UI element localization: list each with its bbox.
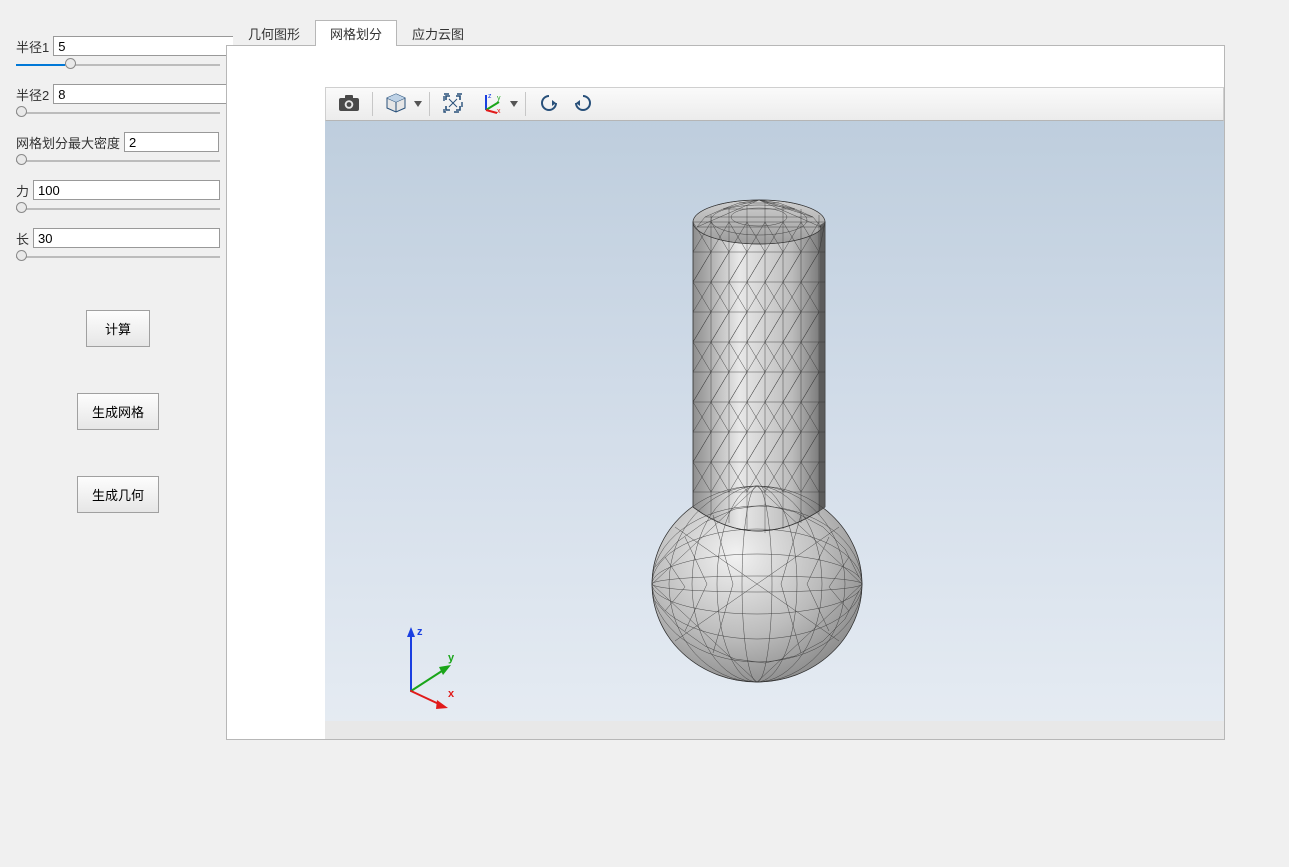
param-row-radius2: 半径2 — [16, 84, 220, 104]
generate-geometry-button[interactable]: 生成几何 — [77, 476, 159, 513]
app-root: 半径1 半径2 网格划分最大密度 力 — [0, 0, 1289, 867]
isometric-view-button[interactable] — [380, 89, 412, 119]
tab-stress[interactable]: 应力云图 — [397, 20, 479, 46]
rotate-ccw-button[interactable] — [533, 89, 565, 119]
slider-fill — [16, 64, 65, 66]
slider-length[interactable] — [16, 254, 220, 260]
label-radius1: 半径1 — [16, 37, 49, 56]
isometric-view-dropdown[interactable] — [413, 90, 423, 118]
screenshot-button[interactable] — [333, 89, 365, 119]
toolbar-separator — [372, 92, 373, 116]
slider-mesh-density[interactable] — [16, 158, 220, 164]
svg-text:y: y — [497, 95, 501, 102]
generate-mesh-button[interactable]: 生成网格 — [77, 393, 159, 430]
slider-thumb[interactable] — [16, 250, 27, 261]
toolbar-separator — [429, 92, 430, 116]
parameter-sidebar: 半径1 半径2 网格划分最大密度 力 — [16, 36, 220, 559]
rotate-ccw-icon — [538, 92, 560, 117]
slider-thumb[interactable] — [16, 106, 27, 117]
slider-radius2[interactable] — [16, 110, 220, 116]
rotate-cw-icon — [572, 92, 594, 117]
svg-text:x: x — [497, 108, 501, 114]
input-length[interactable] — [33, 228, 220, 248]
viewport-3d[interactable]: z y x — [325, 87, 1224, 739]
param-row-mesh-density: 网格划分最大密度 — [16, 132, 220, 152]
param-row-force: 力 — [16, 180, 220, 200]
tab-geometry[interactable]: 几何图形 — [233, 20, 315, 46]
label-length: 长 — [16, 229, 29, 248]
input-radius2[interactable] — [53, 84, 239, 104]
slider-radius1[interactable] — [16, 62, 220, 68]
tab-bar: 几何图形 网格划分 应力云图 — [233, 22, 479, 46]
input-mesh-density[interactable] — [124, 132, 219, 152]
compute-button[interactable]: 计算 — [86, 310, 150, 347]
tab-mesh[interactable]: 网格划分 — [315, 20, 397, 46]
fit-view-button[interactable] — [437, 89, 469, 119]
slider-track — [16, 160, 220, 162]
slider-thumb[interactable] — [16, 154, 27, 165]
param-row-radius1: 半径1 — [16, 36, 220, 56]
viewport-toolbar: z y x — [325, 87, 1224, 121]
slider-thumb[interactable] — [16, 202, 27, 213]
mesh-render — [325, 87, 1224, 739]
label-radius2: 半径2 — [16, 85, 49, 104]
input-radius1[interactable] — [53, 36, 239, 56]
camera-icon — [338, 94, 360, 115]
fit-view-icon — [442, 92, 464, 117]
rotate-cw-button[interactable] — [567, 89, 599, 119]
slider-track — [16, 112, 220, 114]
coordinate-axis-button[interactable]: z y x — [476, 89, 508, 119]
label-force: 力 — [16, 181, 29, 200]
coordinate-axis-dropdown[interactable] — [509, 90, 519, 118]
input-force[interactable] — [33, 180, 220, 200]
slider-track — [16, 256, 220, 258]
axis-icon: z y x — [481, 92, 503, 117]
param-row-length: 长 — [16, 228, 220, 248]
slider-track — [16, 208, 220, 210]
main-panel: z y x — [226, 45, 1225, 740]
toolbar-separator — [525, 92, 526, 116]
slider-force[interactable] — [16, 206, 220, 212]
cube-icon — [385, 92, 407, 117]
label-mesh-density: 网格划分最大密度 — [16, 133, 120, 152]
slider-thumb[interactable] — [65, 58, 76, 69]
svg-text:z: z — [488, 93, 492, 100]
button-area: 计算 生成网格 生成几何 — [16, 310, 220, 559]
